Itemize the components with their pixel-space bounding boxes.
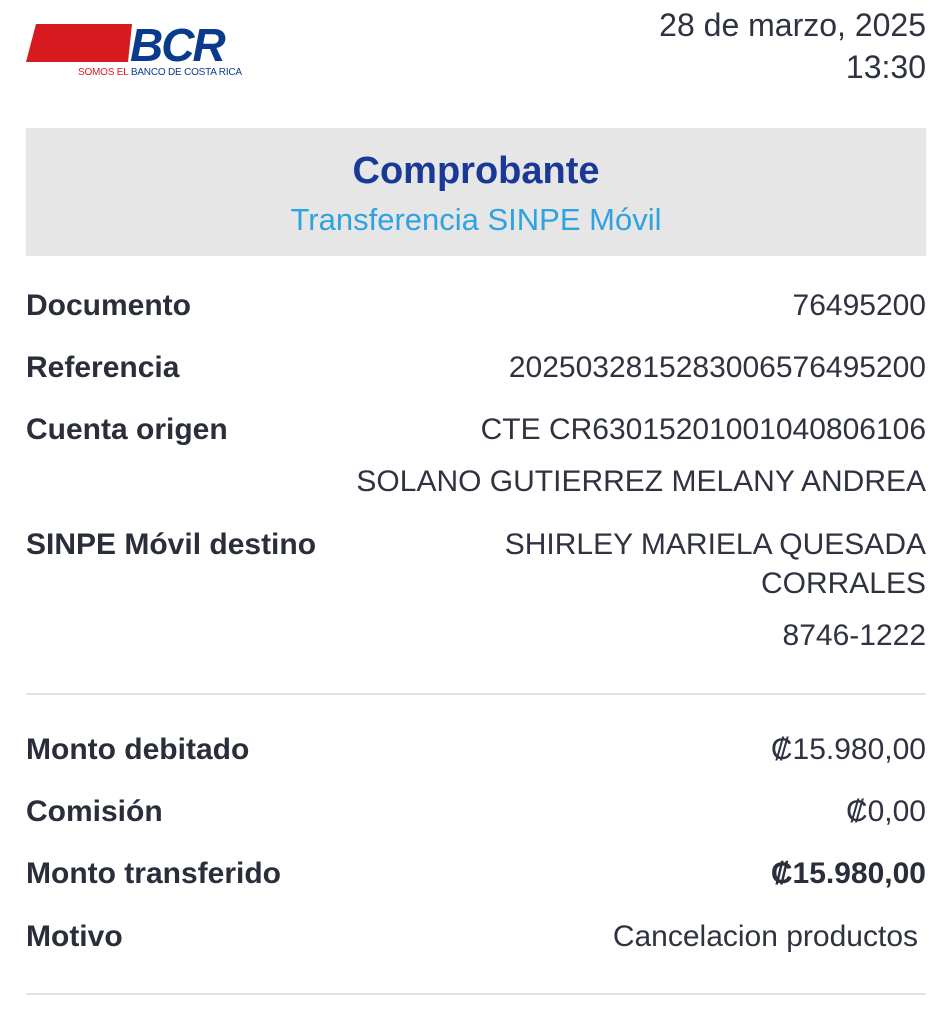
sinpe-destino-phone: 8746-1222: [782, 619, 926, 652]
receipt-subtitle: Transferencia SINPE Móvil: [290, 202, 662, 237]
comision-label: Comisión: [26, 795, 163, 828]
bottom-divider: [26, 993, 926, 995]
receipt-title: Comprobante: [352, 150, 600, 192]
logo-tagline: SOMOS EL BANCO DE COSTA RICA: [78, 67, 242, 78]
receipt-date: 28 de marzo, 2025: [659, 7, 926, 43]
monto-debitado-value: ₡15.980,00: [770, 733, 926, 766]
cuenta-origen-account: CTE CR63015201001040806106: [480, 413, 926, 446]
logo-tagline-name: BANCO DE COSTA RICA: [130, 67, 242, 78]
referencia-label: Referencia: [26, 351, 180, 384]
monto-debitado-label: Monto debitado: [26, 733, 250, 766]
sinpe-destino-name-line1: SHIRLEY MARIELA QUESADA: [504, 528, 926, 561]
monto-transferido-label: Monto transferido: [26, 857, 281, 890]
cuenta-origen-holder: SOLANO GUTIERREZ MELANY ANDREA: [356, 465, 926, 498]
cuenta-origen-label: Cuenta origen: [26, 413, 228, 446]
receipt-banner: Comprobante Transferencia SINPE Móvil: [26, 128, 926, 256]
motivo-value: Cancelacion productos: [612, 920, 918, 953]
section-divider: [26, 693, 926, 695]
bcr-logo-text: BCR: [130, 22, 225, 71]
sinpe-destino-label: SINPE Móvil destino: [26, 528, 317, 561]
monto-transferido-value: ₡15.980,00: [770, 857, 926, 890]
logo-tagline-prefix: SOMOS EL: [78, 67, 129, 78]
documento-value: 76495200: [792, 289, 926, 322]
receipt-time: 13:30: [845, 49, 926, 85]
motivo-label: Motivo: [26, 920, 123, 953]
referencia-value: 2025032815283006576495200: [508, 351, 926, 384]
comision-value: ₡0,00: [845, 795, 926, 828]
documento-label: Documento: [26, 289, 191, 322]
date-time: 28 de marzo, 2025 13:30: [659, 4, 926, 88]
bcr-logo: BCR SOMOS EL BANCO DE COSTA RICA: [26, 22, 242, 82]
sinpe-destino-name-line2: CORRALES: [760, 567, 926, 600]
